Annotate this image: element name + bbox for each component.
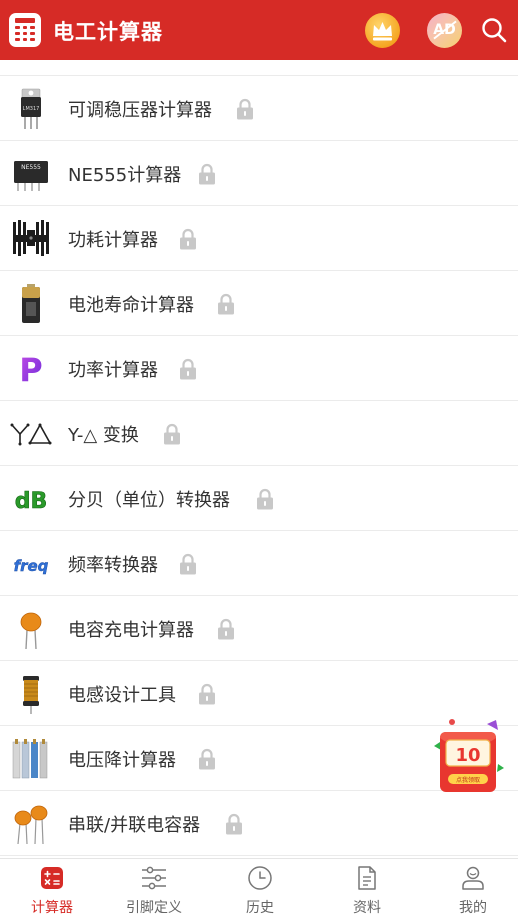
lock-icon bbox=[199, 683, 215, 705]
capacitors-pair-icon bbox=[14, 805, 48, 845]
lock-icon bbox=[180, 228, 196, 250]
tab-calculator[interactable]: 计算器 bbox=[0, 859, 104, 915]
list-item-label: 电容充电计算器 bbox=[68, 620, 194, 641]
list-item-label: NE555计算器 bbox=[68, 165, 182, 186]
calculator-logo-icon bbox=[9, 13, 41, 47]
wye-delta-icon bbox=[10, 423, 52, 446]
power-p-icon: P bbox=[19, 351, 42, 389]
lock-icon bbox=[218, 618, 234, 640]
battery-icon bbox=[22, 284, 40, 323]
clock-icon bbox=[248, 866, 272, 890]
heatsink-icon bbox=[13, 220, 49, 256]
list-item-label: 电压降计算器 bbox=[68, 750, 176, 771]
lock-icon bbox=[237, 98, 253, 120]
bottom-navigation: 计算器 引脚定义 历史 资料 我的 bbox=[0, 858, 518, 915]
list-item-label: Y-△ 变换 bbox=[68, 425, 139, 446]
red-envelope-promo-icon[interactable]: 10 点我领取 bbox=[432, 716, 504, 796]
list-item-ne555[interactable]: NE555 NE555计算器 bbox=[0, 141, 518, 206]
lock-icon bbox=[218, 293, 234, 315]
tab-label: 计算器 bbox=[31, 900, 73, 915]
list-item-label: 串联/并联电容器 bbox=[68, 815, 201, 836]
decibel-icon: dB bbox=[14, 489, 48, 515]
promo-number: 10 bbox=[455, 745, 480, 766]
lock-icon bbox=[257, 488, 273, 510]
app-bar: 电工计算器 AD bbox=[0, 0, 518, 60]
voltage-regulator-icon: LM317 bbox=[21, 88, 41, 129]
tab-label: 历史 bbox=[246, 900, 274, 915]
sliders-icon bbox=[142, 866, 166, 890]
list-item-wye-delta[interactable]: Y-△ 变换 bbox=[0, 401, 518, 466]
svg-text:freq: freq bbox=[14, 557, 49, 575]
ic-chip-icon: NE555 bbox=[14, 161, 48, 191]
frequency-icon: freq bbox=[13, 557, 49, 575]
list-item-label: 电感设计工具 bbox=[68, 685, 176, 706]
list-item-battery-life[interactable]: 电池寿命计算器 bbox=[0, 271, 518, 336]
list-item-series-parallel-capacitors[interactable]: 串联/并联电容器 bbox=[0, 791, 518, 856]
list-item-capacitor-charge[interactable]: 电容充电计算器 bbox=[0, 596, 518, 661]
list-item-label: 电池寿命计算器 bbox=[68, 295, 194, 316]
list-item-decibel[interactable]: dB 分贝（单位）转换器 bbox=[0, 466, 518, 531]
lock-icon bbox=[164, 423, 180, 445]
capacitor-icon bbox=[20, 612, 42, 650]
lock-icon bbox=[180, 358, 196, 380]
svg-text:NE555: NE555 bbox=[21, 164, 41, 171]
tab-label: 引脚定义 bbox=[126, 900, 182, 915]
tab-pin-definition[interactable]: 引脚定义 bbox=[102, 859, 206, 915]
remove-ads-button[interactable]: AD bbox=[427, 13, 462, 48]
tab-history[interactable]: 历史 bbox=[208, 859, 312, 915]
vip-crown-button[interactable] bbox=[365, 13, 400, 48]
svg-text:P: P bbox=[19, 351, 42, 389]
inductor-icon bbox=[23, 676, 39, 714]
list-item-adjustable-regulator[interactable]: LM317 可调稳压器计算器 bbox=[0, 76, 518, 141]
lock-icon bbox=[226, 813, 242, 835]
svg-text:LM317: LM317 bbox=[23, 106, 40, 112]
calculator-icon bbox=[41, 867, 63, 889]
lock-icon bbox=[199, 748, 215, 770]
list-item-frequency[interactable]: freq 频率转换器 bbox=[0, 531, 518, 596]
search-icon[interactable] bbox=[480, 16, 508, 44]
list-item-label: 可调稳压器计算器 bbox=[68, 100, 212, 121]
lock-icon bbox=[199, 163, 215, 185]
crown-icon bbox=[373, 22, 392, 41]
lock-icon bbox=[180, 553, 196, 575]
tab-materials[interactable]: 资料 bbox=[315, 859, 419, 915]
list-item-power-dissipation[interactable]: 功耗计算器 bbox=[0, 206, 518, 271]
document-icon bbox=[358, 866, 376, 890]
wire-cable-icon bbox=[12, 739, 48, 779]
tab-label: 我的 bbox=[459, 900, 487, 915]
list-item-label: 功耗计算器 bbox=[68, 230, 158, 251]
tab-mine[interactable]: 我的 bbox=[421, 859, 518, 915]
app-title: 电工计算器 bbox=[53, 20, 163, 44]
user-icon bbox=[462, 866, 484, 890]
promo-claim-label: 点我领取 bbox=[456, 776, 480, 784]
list-item-label: 频率转换器 bbox=[68, 555, 158, 576]
list-item-label: 功率计算器 bbox=[68, 360, 158, 381]
tab-label: 资料 bbox=[353, 900, 381, 915]
list-item-power[interactable]: P 功率计算器 bbox=[0, 336, 518, 401]
svg-text:dB: dB bbox=[15, 489, 48, 514]
list-item-label: 分贝（单位）转换器 bbox=[68, 490, 230, 511]
